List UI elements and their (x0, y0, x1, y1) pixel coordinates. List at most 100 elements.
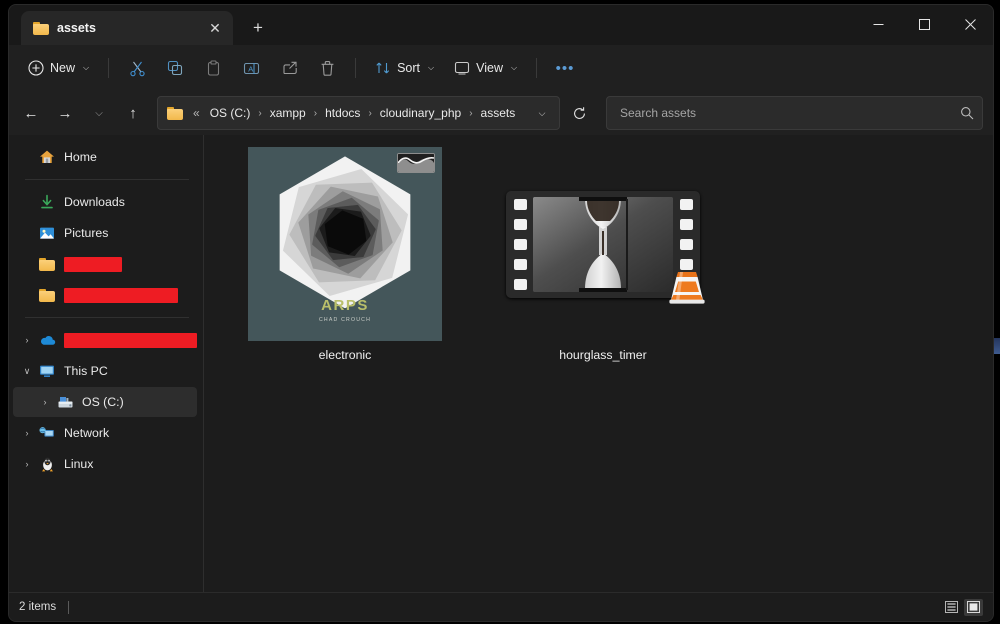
cut-icon (129, 61, 145, 76)
close-button[interactable] (947, 5, 993, 43)
sort-icon (376, 62, 390, 74)
redacted-label (64, 256, 122, 272)
sort-button[interactable]: Sort ⌵ (366, 52, 443, 84)
chevron-down-icon: ⌵ (428, 63, 435, 72)
large-icons-view-button[interactable] (964, 598, 983, 616)
redacted-label (64, 332, 197, 348)
paste-icon (207, 59, 219, 76)
file-item-electronic[interactable]: ARPS CHAD CROUCH electronic (216, 143, 474, 362)
album-title: ARPS (321, 297, 369, 314)
expand-chevron-icon[interactable]: › (17, 335, 37, 345)
back-button[interactable]: ← (15, 97, 47, 129)
sidebar-divider-2 (25, 317, 189, 318)
copy-button[interactable] (157, 52, 193, 84)
paste-button[interactable] (195, 52, 231, 84)
tab-label: assets (57, 21, 96, 35)
breadcrumb-dropdown-icon[interactable]: ⌵ (529, 100, 555, 126)
redacted-label (64, 287, 178, 303)
file-item-hourglass-timer[interactable]: hourglass_timer (474, 143, 732, 362)
sidebar-item-redacted-1[interactable] (13, 249, 197, 279)
linux-icon (37, 455, 57, 473)
see-more-button[interactable]: ••• (547, 52, 583, 84)
window-controls (855, 5, 993, 43)
cut-button[interactable] (119, 52, 155, 84)
film-perforations-left (510, 198, 530, 290)
expand-chevron-icon[interactable]: › (17, 428, 37, 438)
sidebar-item-this-pc[interactable]: ∨ This PC (13, 356, 197, 386)
view-button-label: View (476, 61, 503, 75)
sidebar-item-redacted-2[interactable] (13, 280, 197, 310)
folder-icon (37, 255, 57, 273)
title-bar: assets ✕ + (9, 5, 993, 45)
share-button[interactable] (271, 52, 307, 84)
vlc-icon (669, 271, 705, 304)
downloads-icon (37, 193, 57, 211)
toolbar-divider-3 (536, 58, 538, 78)
share-icon (283, 61, 297, 74)
sidebar-item-home[interactable]: Home (13, 142, 197, 172)
breadcrumb-item-2[interactable]: htdocs (320, 104, 365, 122)
file-thumbnail: ARPS CHAD CROUCH (248, 147, 442, 341)
sidebar-item-label: Linux (64, 457, 94, 471)
view-icon (455, 61, 470, 75)
copy-icon (167, 60, 182, 75)
file-list-pane[interactable]: ARPS CHAD CROUCH electronic hourglass_ti… (204, 135, 993, 592)
expand-chevron-icon[interactable]: › (17, 459, 37, 469)
chevron-down-icon: ⌵ (510, 63, 518, 72)
breadcrumb[interactable]: « OS (C:) › xampp › htdocs › cloudinary_… (157, 96, 560, 130)
sidebar-item-os-c[interactable]: › OS (C:) (13, 387, 197, 417)
refresh-icon (573, 106, 585, 119)
sidebar-item-label: Pictures (64, 226, 109, 240)
window-body: Home Downloads Pictures › ∨ This PC › OS… (9, 135, 993, 592)
expand-chevron-icon[interactable]: › (35, 397, 55, 407)
breadcrumb-separator: › (469, 107, 473, 119)
file-grid: ARPS CHAD CROUCH electronic hourglass_ti… (216, 143, 993, 362)
new-tab-button[interactable]: + (241, 11, 275, 45)
forward-button[interactable]: → (49, 97, 81, 129)
breadcrumb-list: « OS (C:) › xampp › htdocs › cloudinary_… (190, 104, 526, 122)
search-box[interactable] (606, 96, 983, 130)
toolbar-divider-1 (108, 58, 110, 78)
navigation-pane: Home Downloads Pictures › ∨ This PC › OS… (9, 135, 203, 592)
thispc-icon (37, 362, 57, 380)
file-name-label: electronic (318, 348, 372, 362)
drive-icon (55, 393, 75, 411)
sidebar-item-onedrive[interactable]: › (13, 325, 197, 355)
tab-assets[interactable]: assets ✕ (21, 11, 233, 45)
view-button[interactable]: View ⌵ (445, 52, 526, 84)
sidebar-divider-1 (25, 179, 189, 180)
maximize-button[interactable] (901, 5, 947, 43)
rename-button[interactable]: A (233, 52, 269, 84)
sidebar-item-pictures[interactable]: Pictures (13, 218, 197, 248)
album-art-thumbnail: ARPS CHAD CROUCH (248, 147, 442, 341)
folder-icon (167, 106, 183, 120)
refresh-button[interactable] (564, 98, 594, 128)
collapse-chevron-icon[interactable]: ∨ (17, 366, 37, 377)
up-button[interactable]: ↑ (117, 97, 149, 129)
breadcrumb-item-3[interactable]: cloudinary_php (375, 104, 466, 122)
sidebar-item-linux[interactable]: › Linux (13, 449, 197, 479)
album-artist: CHAD CROUCH (318, 317, 372, 323)
breadcrumb-overflow[interactable]: « (190, 104, 203, 122)
breadcrumb-item-4[interactable]: assets (476, 104, 521, 122)
desktop-background: assets ✕ + New ⌵ A Sort ⌵ View ⌵ ••• ← →… (0, 0, 1000, 624)
details-view-button[interactable] (942, 599, 961, 616)
close-tab-button[interactable]: ✕ (203, 16, 227, 40)
breadcrumb-separator: › (313, 107, 318, 119)
breadcrumb-item-0[interactable]: OS (C:) (205, 104, 256, 122)
onedrive-icon (37, 331, 57, 349)
search-input[interactable] (618, 105, 960, 121)
minimize-button[interactable] (855, 5, 901, 43)
item-count-label: 2 items (19, 601, 57, 613)
sort-button-label: Sort (397, 61, 421, 75)
sidebar-item-label: This PC (64, 364, 108, 378)
delete-button[interactable] (309, 52, 345, 84)
recent-locations-button[interactable]: ⌵ (83, 97, 115, 129)
sidebar-item-downloads[interactable]: Downloads (13, 187, 197, 217)
video-thumbnail (506, 190, 705, 304)
breadcrumb-separator: › (368, 107, 372, 119)
ellipsis-icon: ••• (555, 59, 575, 77)
sidebar-item-network[interactable]: › Network (13, 418, 197, 448)
breadcrumb-item-1[interactable]: xampp (265, 104, 311, 122)
new-button[interactable]: New ⌵ (19, 52, 98, 84)
